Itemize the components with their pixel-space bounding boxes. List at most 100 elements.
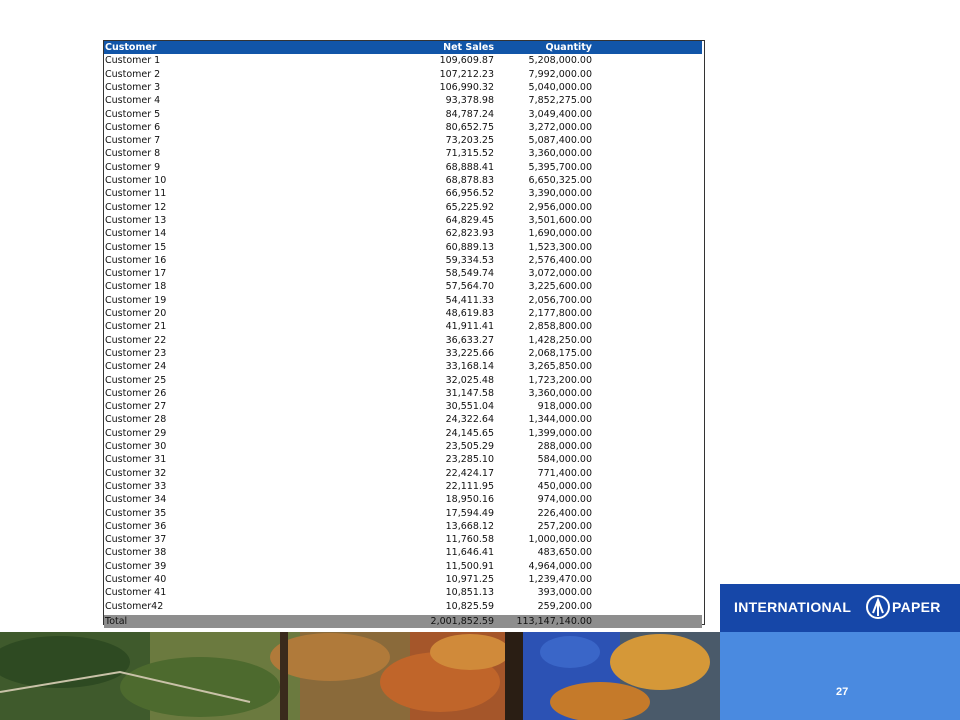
table-row: Customer 7 73,203.25 5,087,400.00 [104,134,702,147]
header-quantity: Quantity [545,42,592,53]
net-sales-cell: 22,111.95 [445,480,494,492]
net-sales-cell: 66,956.52 [445,188,494,200]
quantity-cell: 288,000.00 [537,441,592,452]
customer-name-cell: Customer 25 [105,374,167,386]
table-row: Customer 21 41,911.41 2,858,800.00 [104,320,702,333]
net-sales-cell: 93,378.98 [445,95,494,107]
table-row: Customer 32 22,424.17 771,400.00 [104,467,702,480]
quantity-cell: 1,239,470.00 [528,574,592,585]
net-sales-cell: 11,646.41 [445,547,494,559]
header-customer: Customer [105,42,157,53]
customer-name-cell: Customer 3 [105,81,161,93]
table-row: Customer 9 68,888.41 5,395,700.00 [104,161,702,174]
net-sales-cell: 54,411.33 [445,294,494,306]
net-sales-cell: 13,668.12 [445,520,494,532]
net-sales-cell: 84,787.24 [445,108,494,120]
quantity-cell: 3,072,000.00 [528,268,592,280]
table-row: Customer 39 11,500.91 4,964,000.00 [104,560,702,573]
table-row: Customer 23 33,225.66 2,068,175.00 [104,347,702,360]
table-row: Customer 31 23,285.10 584,000.00 [104,453,702,466]
net-sales-cell: 24,145.65 [445,427,494,439]
table-row: Customer 3 106,990.32 5,040,000.00 [104,81,702,94]
net-sales-cell: 62,823.93 [445,228,494,240]
quantity-cell: 259,200.00 [537,600,592,612]
customer-name-cell: Customer 18 [105,281,167,293]
forest-photo [0,632,720,720]
table-row: Customer 30 23,505.29 288,000.00 [104,440,702,453]
brand-name-international: INTERNATIONAL [734,599,852,615]
net-sales-cell: 23,285.10 [445,454,494,466]
customer-name-cell: Customer 32 [105,467,167,479]
total-net-sales: 2,001,852.59 [430,615,494,627]
customer-name-cell: Customer 21 [105,321,167,333]
quantity-cell: 6,650,325.00 [528,175,592,186]
table-row: Customer 38 11,646.41 483,650.00 [104,546,702,559]
quantity-cell: 483,650.00 [537,547,592,559]
customer-name-cell: Customer 1 [105,55,161,67]
customer-name-cell: Customer 30 [105,441,167,452]
table-row: Customer 34 18,950.16 974,000.00 [104,493,702,506]
quantity-cell: 3,501,600.00 [528,214,592,226]
net-sales-cell: 59,334.53 [445,254,494,266]
net-sales-cell: 23,505.29 [445,441,494,452]
quantity-cell: 2,177,800.00 [528,308,592,319]
international-paper-logo-icon [866,595,890,619]
customer-name-cell: Customer 26 [105,387,167,399]
net-sales-cell: 32,025.48 [445,374,494,386]
header-net-sales: Net Sales [443,42,494,53]
customer-name-cell: Customer 16 [105,254,167,266]
customer-name-cell: Customer 24 [105,361,167,373]
table-row: Customer 16 59,334.53 2,576,400.00 [104,254,702,267]
customer-name-cell: Customer 40 [105,574,167,585]
quantity-cell: 2,068,175.00 [528,347,592,359]
net-sales-cell: 73,203.25 [445,135,494,147]
net-sales-cell: 31,147.58 [445,387,494,399]
table-row: Customer42 10,825.59 259,200.00 [104,600,702,613]
quantity-cell: 584,000.00 [537,454,592,466]
table-row: Customer 8 71,315.52 3,360,000.00 [104,147,702,160]
customer-name-cell: Customer 9 [105,161,161,173]
net-sales-cell: 24,322.64 [445,414,494,426]
net-sales-cell: 109,609.87 [439,55,494,67]
customer-name-cell: Customer 34 [105,494,167,506]
quantity-cell: 3,049,400.00 [528,108,592,120]
table-row: Customer 40 10,971.25 1,239,470.00 [104,573,702,586]
table-row: Customer 20 48,619.83 2,177,800.00 [104,307,702,320]
table-row: Customer 41 10,851.13 393,000.00 [104,586,702,599]
customer-name-cell: Customer 33 [105,480,167,492]
brand-bar: INTERNATIONAL PAPER [720,584,960,632]
net-sales-cell: 22,424.17 [445,467,494,479]
net-sales-cell: 64,829.45 [445,214,494,226]
customer-name-cell: Customer 7 [105,135,161,147]
net-sales-cell: 68,878.83 [445,175,494,186]
quantity-cell: 1,399,000.00 [528,427,592,439]
brand-panel: INTERNATIONAL PAPER [720,584,960,720]
net-sales-cell: 30,551.04 [445,401,494,413]
customer-name-cell: Customer 22 [105,334,167,346]
table-row: Customer 19 54,411.33 2,056,700.00 [104,294,702,307]
table-row: Customer 36 13,668.12 257,200.00 [104,520,702,533]
quantity-cell: 1,690,000.00 [528,228,592,240]
net-sales-cell: 71,315.52 [445,148,494,160]
customer-name-cell: Customer 12 [105,201,167,213]
quantity-cell: 3,225,600.00 [528,281,592,293]
table-row: Customer 12 65,225.92 2,956,000.00 [104,201,702,214]
net-sales-cell: 60,889.13 [445,241,494,253]
quantity-cell: 4,964,000.00 [528,560,592,572]
net-sales-cell: 107,212.23 [439,68,494,80]
net-sales-cell: 17,594.49 [445,507,494,519]
quantity-cell: 1,000,000.00 [528,534,592,546]
quantity-cell: 974,000.00 [537,494,592,506]
quantity-cell: 2,576,400.00 [528,254,592,266]
quantity-cell: 3,272,000.00 [528,121,592,133]
customer-name-cell: Customer 8 [105,148,161,160]
table-row: Customer 33 22,111.95 450,000.00 [104,480,702,493]
customer-name-cell: Customer 11 [105,188,167,200]
customer-name-cell: Customer 20 [105,308,167,319]
net-sales-cell: 36,633.27 [445,334,494,346]
net-sales-cell: 33,168.14 [445,361,494,373]
quantity-cell: 5,087,400.00 [528,135,592,147]
quantity-cell: 5,208,000.00 [528,55,592,67]
customer-name-cell: Customer 2 [105,68,161,80]
net-sales-cell: 57,564.70 [445,281,494,293]
